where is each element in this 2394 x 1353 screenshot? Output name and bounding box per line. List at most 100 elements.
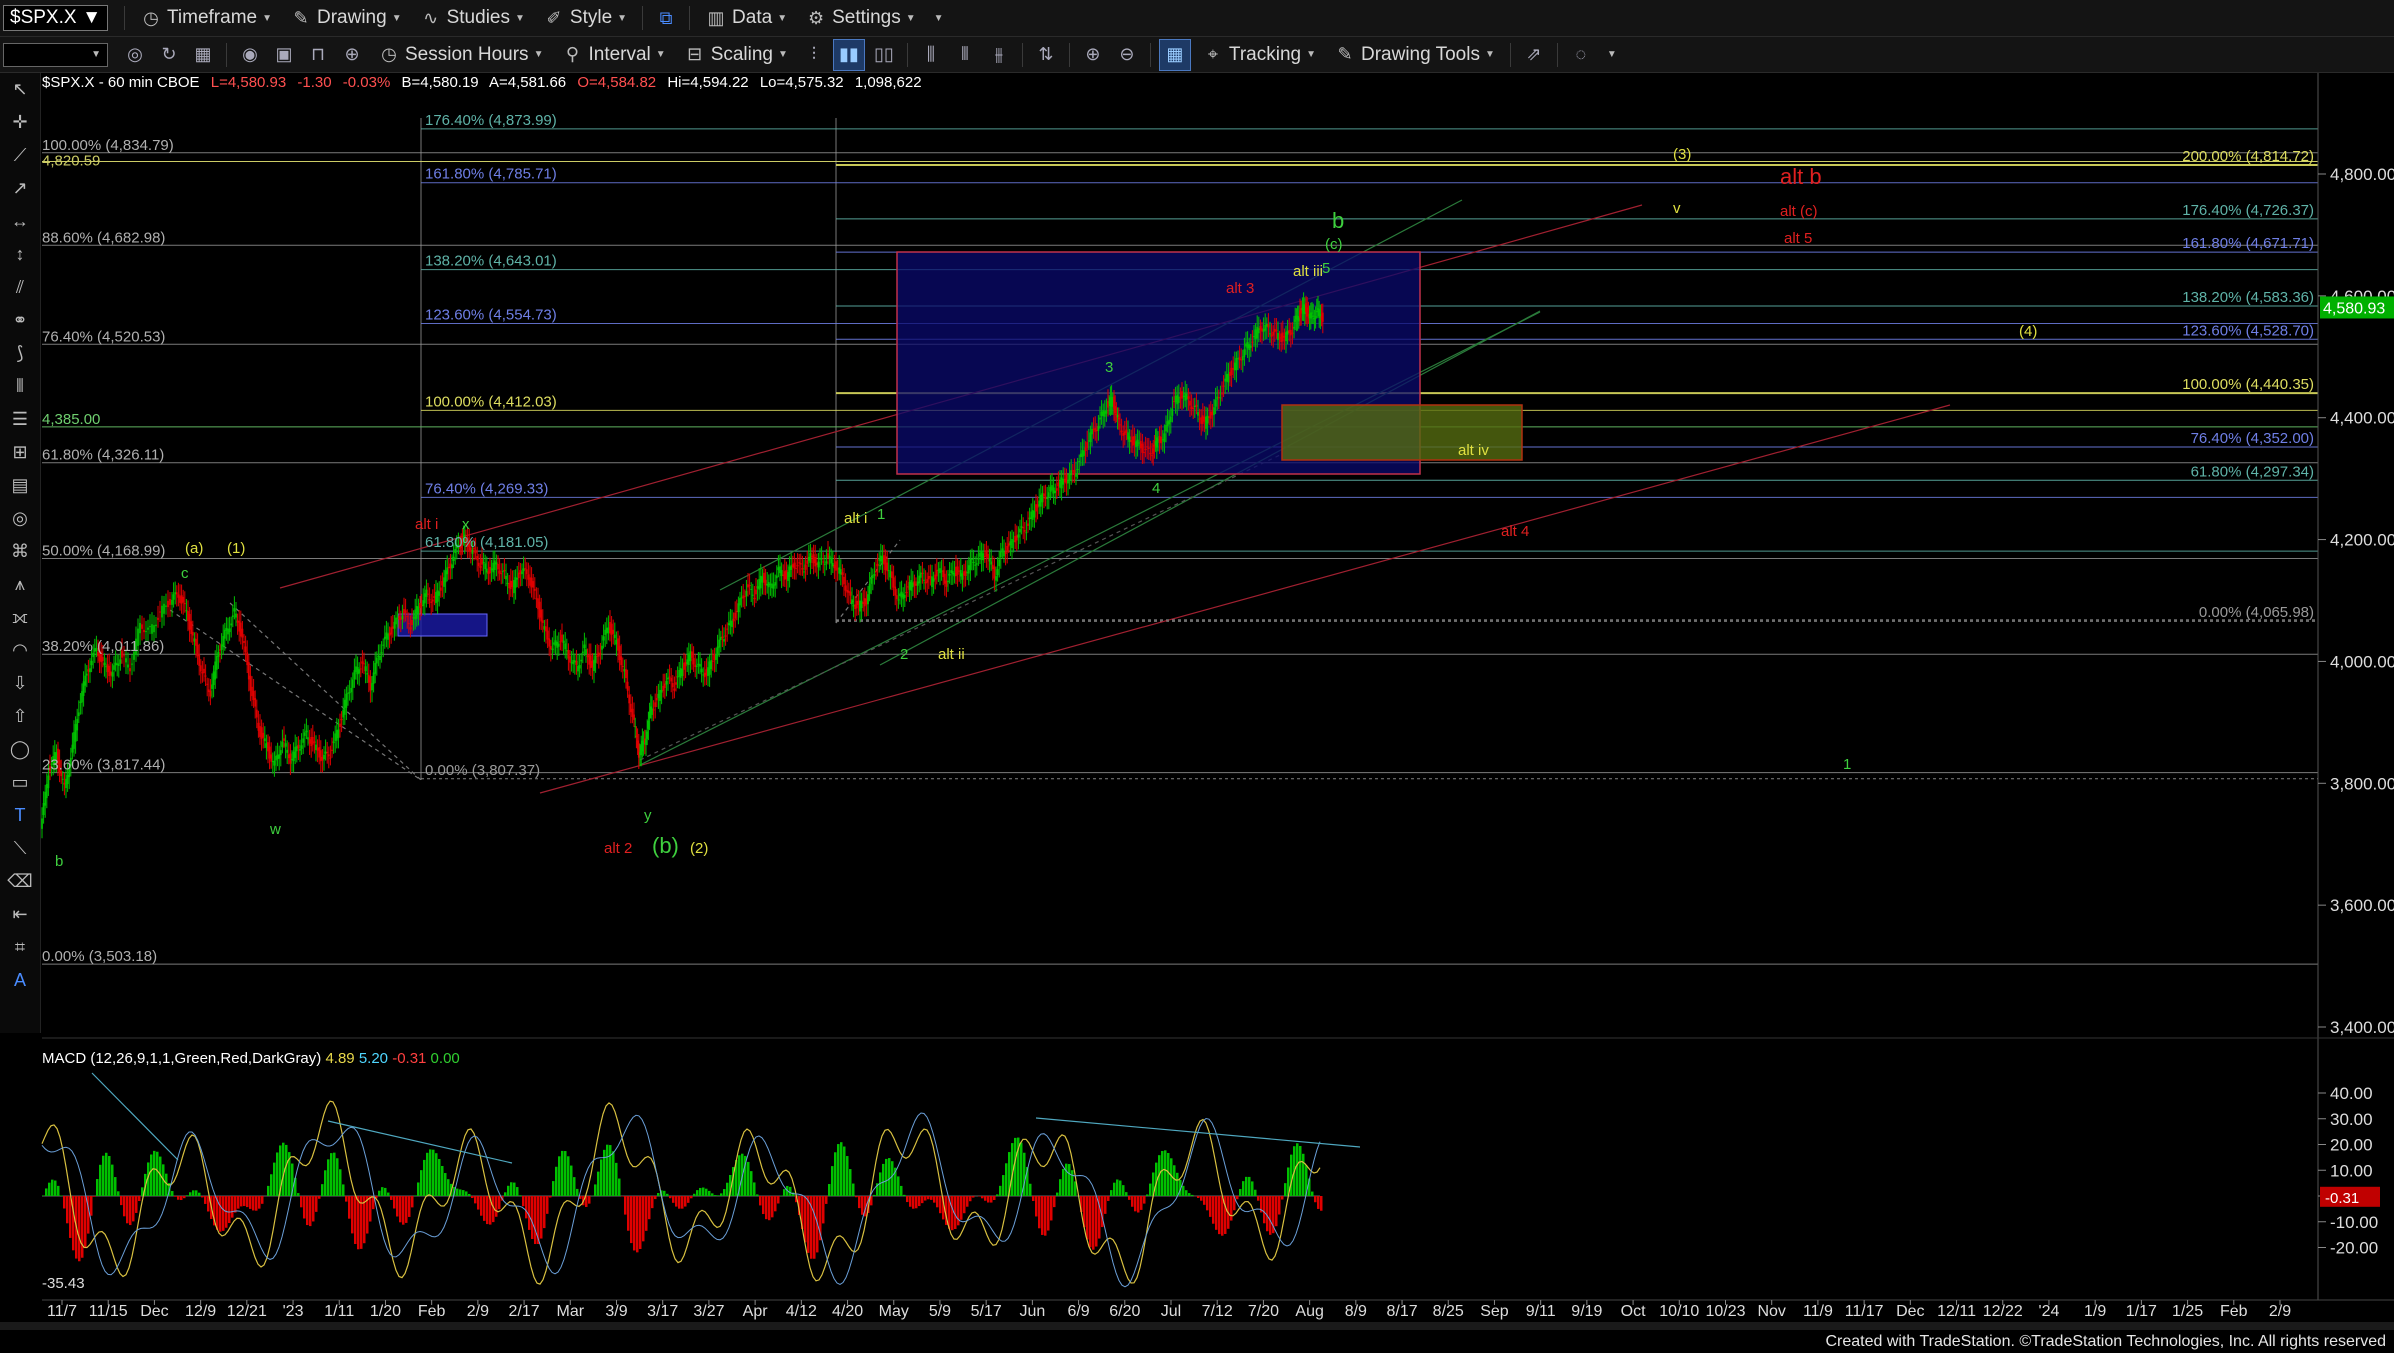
data-menu[interactable]: ▥ Data ▼: [696, 2, 796, 34]
macd-histogram-bar: [654, 1196, 657, 1200]
scaling-menu[interactable]: ⊟ Scaling ▼: [675, 39, 797, 71]
layout-icon[interactable]: ▦: [188, 40, 218, 70]
ruler-icon[interactable]: ⟍: [5, 834, 35, 864]
macd-histogram-bar: [843, 1146, 846, 1196]
andrews-icon[interactable]: ⩚: [5, 570, 35, 600]
eraser-icon[interactable]: ⌫: [5, 867, 35, 897]
fib-retracement-icon[interactable]: ⚭: [5, 306, 35, 336]
interval-menu[interactable]: ⚲ Interval ▼: [552, 39, 674, 71]
candle-body: [1208, 416, 1211, 418]
macd-histogram-bar: [957, 1196, 960, 1226]
vertical-line-icon[interactable]: ↕: [5, 240, 35, 270]
candle-body: [646, 731, 649, 739]
export-icon[interactable]: ⇗: [1519, 40, 1549, 70]
paint-icon[interactable]: ⌗: [5, 933, 35, 963]
more-menu[interactable]: ▼: [925, 2, 953, 34]
cursor-move-icon[interactable]: ⇤: [5, 900, 35, 930]
more-menu-2[interactable]: ▼: [1598, 39, 1626, 71]
target-icon[interactable]: ◉: [235, 40, 265, 70]
macd-histogram-bar: [324, 1170, 327, 1196]
candle-body: [111, 672, 114, 677]
drawing-menu[interactable]: ✎ Drawing ▼: [281, 2, 411, 34]
style-menu[interactable]: ✐ Style ▼: [534, 2, 636, 34]
gann-fan-icon[interactable]: ☰: [5, 405, 35, 435]
candle-body: [375, 657, 378, 664]
candle-body: [767, 582, 770, 588]
fib-circles-icon[interactable]: ⌘: [5, 537, 35, 567]
candle-body: [951, 570, 954, 575]
pointer-icon[interactable]: ↖: [5, 75, 35, 105]
macd-histogram-bar: [441, 1165, 444, 1196]
studies-menu[interactable]: ∿ Studies ▼: [411, 2, 534, 34]
channel-icon[interactable]: ⫽: [5, 273, 35, 303]
candle-body: [862, 602, 865, 604]
text-color-icon[interactable]: A: [5, 966, 35, 996]
candle-body: [831, 563, 834, 567]
symbol-input[interactable]: $SPX.X ▼: [3, 5, 108, 31]
wave-label: (4): [2019, 323, 2037, 340]
chevron-down-icon[interactable]: ▼: [82, 7, 101, 29]
macd-histogram-bar: [804, 1196, 807, 1243]
candle-body: [294, 746, 297, 758]
arrow-up-icon[interactable]: ⇧: [5, 702, 35, 732]
rectangle-icon[interactable]: ▭: [5, 768, 35, 798]
link-icon[interactable]: ◎: [120, 40, 150, 70]
text-icon[interactable]: T: [5, 801, 35, 831]
horizontal-line-icon[interactable]: ↔: [5, 207, 35, 237]
macd-histogram-bar: [1143, 1196, 1146, 1204]
chart-canvas[interactable]: 100.00% (4,834.79) 88.60% (4,682.98) 76.40…: [0, 0, 2394, 1353]
candle-body: [361, 661, 364, 664]
macd-histogram-bar: [261, 1196, 264, 1204]
drawing-tools-menu[interactable]: ✎ Drawing Tools ▼: [1325, 39, 1504, 71]
arc-icon[interactable]: ◠: [5, 636, 35, 666]
macd-histogram-bar: [648, 1196, 651, 1220]
settings-menu[interactable]: ⚙ Settings ▼: [796, 2, 925, 34]
macd-histogram-bar: [63, 1196, 66, 1209]
candle-body: [249, 675, 252, 691]
fib-time-icon[interactable]: ▤: [5, 471, 35, 501]
arrow-down-icon[interactable]: ⇩: [5, 669, 35, 699]
hollow-candle-icon[interactable]: ▯▯: [869, 40, 899, 70]
magnet-icon[interactable]: ⊓: [303, 40, 333, 70]
speed-lines-icon[interactable]: ⦀: [5, 372, 35, 402]
tracking-menu[interactable]: ⌖ Tracking ▼: [1193, 39, 1325, 71]
camera-icon[interactable]: ▣: [269, 40, 299, 70]
candle-style-icon[interactable]: ▮▮: [832, 38, 865, 71]
fib-arcs-icon[interactable]: ◎: [5, 504, 35, 534]
workspace-select[interactable]: ▼: [3, 42, 108, 67]
pitchfork-icon[interactable]: ⟆: [5, 339, 35, 369]
grid-icon[interactable]: ▦: [1158, 38, 1191, 71]
line-style-icon[interactable]: ⫴: [950, 40, 980, 70]
macd-histogram-bar: [1071, 1170, 1074, 1196]
fib-extension-icon[interactable]: ⊞: [5, 438, 35, 468]
macd-histogram-bar: [198, 1192, 201, 1196]
candle-body: [177, 594, 180, 598]
session-hours-menu[interactable]: ◷ Session Hours ▼: [369, 39, 552, 71]
crosshair-icon[interactable]: ✛: [5, 108, 35, 138]
macd-histogram-bar: [990, 1196, 993, 1203]
zoom-in-icon[interactable]: ⊕: [1078, 40, 1108, 70]
trendline-icon[interactable]: ⟋: [5, 141, 35, 171]
ellipse-icon[interactable]: ◯: [5, 735, 35, 765]
candle-body: [1288, 330, 1291, 334]
ohlc-icon[interactable]: ⫼: [916, 40, 946, 70]
time-tick-label: 6/9: [1067, 1303, 1089, 1320]
refresh-icon[interactable]: ↻: [154, 40, 184, 70]
candle-body: [729, 620, 732, 626]
chat-icon[interactable]: ◌: [1566, 40, 1596, 70]
compare-icon[interactable]: ⇅: [1031, 40, 1061, 70]
candle-body: [485, 568, 488, 573]
area-style-icon[interactable]: ⫵: [984, 40, 1014, 70]
zoom-out-icon[interactable]: ⊖: [1112, 40, 1142, 70]
bracket-icon[interactable]: ⧉: [651, 3, 681, 33]
ray-icon[interactable]: ↗: [5, 174, 35, 204]
candle-body: [525, 569, 528, 575]
crosshair-icon[interactable]: ⊕: [337, 40, 367, 70]
bar-style-icon[interactable]: ⫶: [799, 40, 829, 70]
candle-body: [811, 555, 813, 558]
macd-histogram-bar: [444, 1173, 447, 1196]
regression-icon[interactable]: ⟗: [5, 603, 35, 633]
candle-body: [740, 597, 743, 599]
candle-body: [149, 626, 151, 628]
timeframe-menu[interactable]: ◷ Timeframe ▼: [131, 2, 281, 34]
